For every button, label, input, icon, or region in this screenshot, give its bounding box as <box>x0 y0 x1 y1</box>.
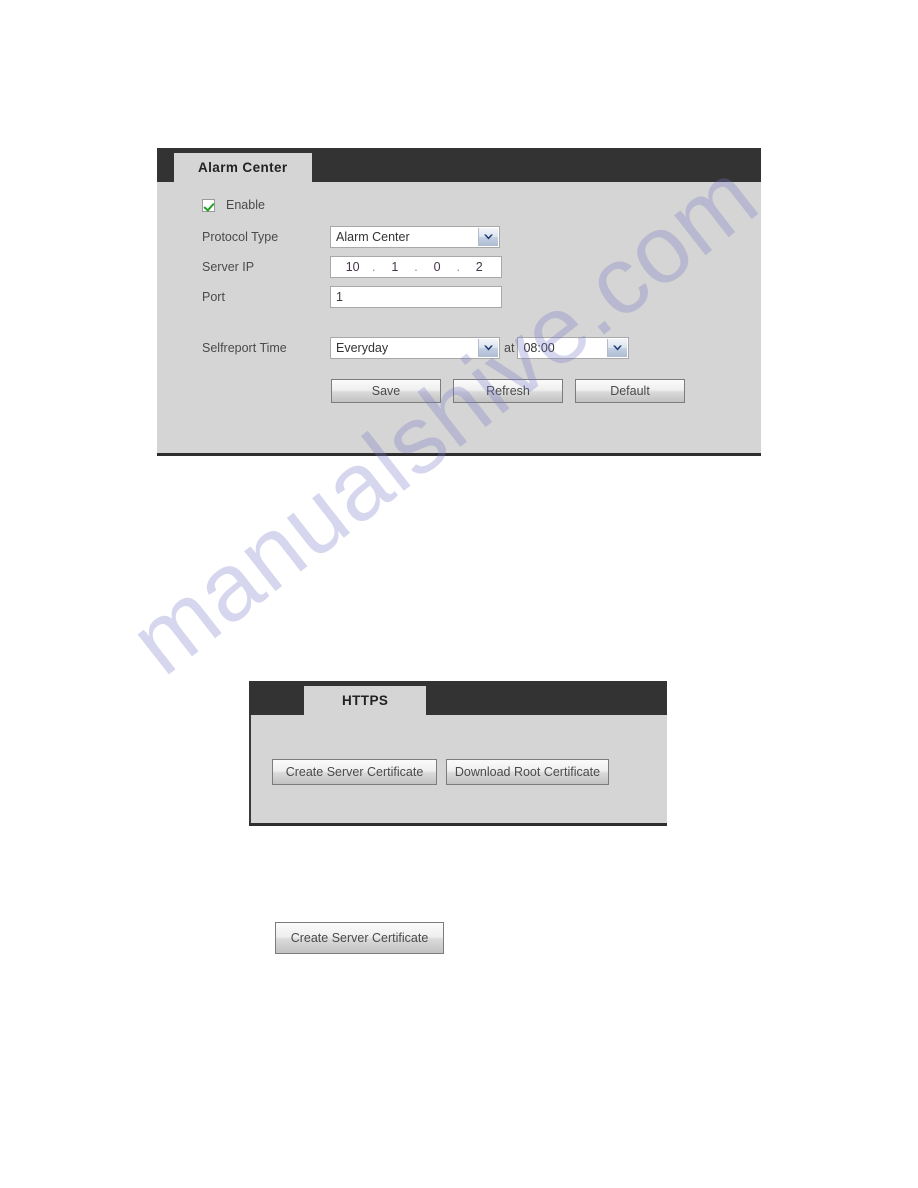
selfreport-day-select[interactable]: Everyday <box>330 337 500 359</box>
alarm-center-panel-header: Alarm Center <box>157 148 761 182</box>
download-root-certificate-button[interactable]: Download Root Certificate <box>446 759 609 785</box>
standalone-create-server-certificate-button[interactable]: Create Server Certificate <box>275 922 444 954</box>
server-ip-octet-1[interactable]: 10 <box>345 260 361 274</box>
tab-alarm-center[interactable]: Alarm Center <box>174 153 312 182</box>
panel-bottom-edge <box>157 453 761 456</box>
panel-bottom-edge <box>249 823 667 826</box>
alarm-center-panel: Alarm Center Enable Protocol Type Alarm … <box>157 148 761 456</box>
server-ip-label: Server IP <box>202 260 255 274</box>
port-input[interactable]: 1 <box>330 286 502 308</box>
tab-https[interactable]: HTTPS <box>304 686 427 715</box>
chevron-down-icon[interactable] <box>478 339 498 357</box>
ip-separator: . <box>456 260 460 274</box>
https-panel: HTTPS Create Server Certificate Download… <box>249 681 667 826</box>
selfreport-at-text: at <box>504 341 515 355</box>
server-ip-input[interactable]: 10 . 1 . 0 . 2 <box>330 256 502 278</box>
ip-separator: . <box>414 260 418 274</box>
tab-https-label: HTTPS <box>342 693 389 708</box>
protocol-type-value: Alarm Center <box>336 230 410 244</box>
save-button[interactable]: Save <box>331 379 441 403</box>
selfreport-time-select[interactable]: 08:00 <box>517 337 630 359</box>
enable-label: Enable <box>226 198 265 212</box>
https-panel-body: Create Server Certificate Download Root … <box>249 715 667 826</box>
chevron-down-icon[interactable] <box>607 339 628 357</box>
create-server-certificate-button[interactable]: Create Server Certificate <box>272 759 437 785</box>
enable-checkbox-row[interactable]: Enable <box>202 198 265 212</box>
panel-left-edge <box>249 715 251 826</box>
default-button[interactable]: Default <box>575 379 685 403</box>
tab-alarm-center-label: Alarm Center <box>198 160 288 175</box>
server-ip-octet-3[interactable]: 0 <box>429 260 445 274</box>
enable-checkbox[interactable] <box>202 198 215 212</box>
alarm-center-panel-body: Enable Protocol Type Alarm Center Server… <box>157 182 761 456</box>
selfreport-time-label: Selfreport Time <box>202 341 287 355</box>
selfreport-time-value: 08:00 <box>523 341 555 355</box>
protocol-type-label: Protocol Type <box>202 230 279 244</box>
port-label: Port <box>202 290 225 304</box>
server-ip-octet-2[interactable]: 1 <box>387 260 403 274</box>
server-ip-octet-4[interactable]: 2 <box>471 260 487 274</box>
https-panel-header: HTTPS <box>249 681 667 715</box>
selfreport-day-value: Everyday <box>336 341 389 355</box>
chevron-down-icon[interactable] <box>478 228 498 246</box>
refresh-button[interactable]: Refresh <box>453 379 563 403</box>
ip-separator: . <box>372 260 376 274</box>
protocol-type-select[interactable]: Alarm Center <box>330 226 500 248</box>
